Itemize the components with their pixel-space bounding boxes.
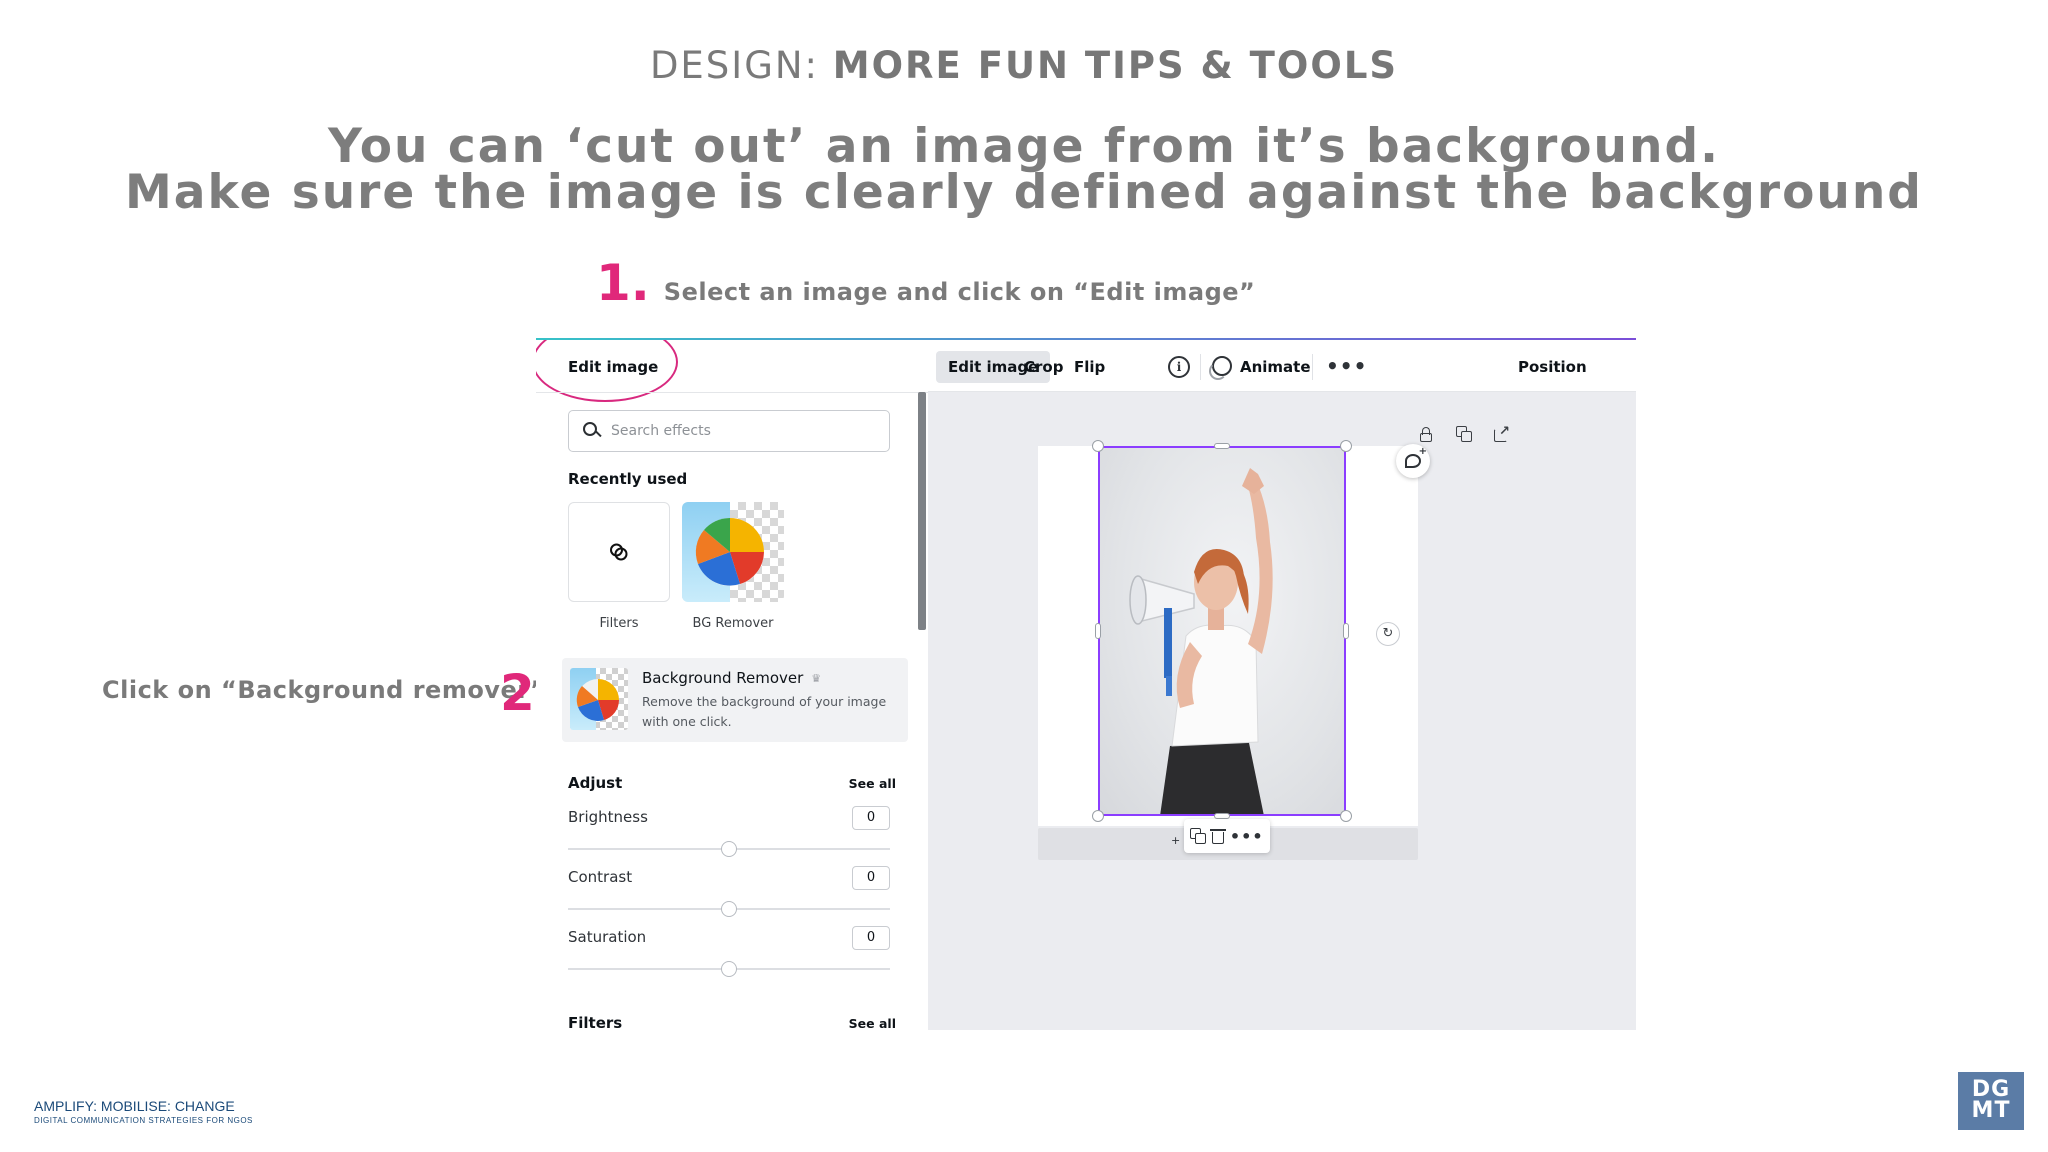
image-toolbar: Edit image Crop Flip i Animate ••• Posit…: [928, 340, 1636, 392]
duplicate-page-icon[interactable]: [1456, 426, 1472, 442]
slide-title-main: MORE FUN TIPS & TOOLS: [832, 44, 1399, 87]
resize-handle-right[interactable]: [1343, 623, 1349, 639]
search-icon: [583, 422, 602, 440]
toolbar-separator-2: [1312, 354, 1313, 380]
step-1-text: Select an image and click on “Edit image…: [663, 278, 1256, 306]
bg-remover-tile-label: BG Remover: [692, 616, 774, 631]
brightness-value-input[interactable]: 0: [852, 806, 890, 830]
step-2-text: Click on “Background remover”: [102, 676, 547, 704]
bg-remover-description: Remove the background of your image with…: [642, 694, 887, 729]
flip-button[interactable]: Flip: [1062, 351, 1117, 383]
more-dots-icon[interactable]: •••: [1230, 827, 1264, 846]
logo-line-2: MT: [1971, 1098, 2011, 1123]
bg-remover-thumbnail: [570, 668, 628, 730]
footer-brand: AMPLIFY: MOBILISE: CHANGE: [34, 1098, 235, 1114]
beach-ball-thumbnail: [695, 517, 764, 586]
contrast-label: Contrast: [568, 868, 633, 886]
panel-title: Edit image: [568, 358, 659, 376]
step-1-number: 1.: [596, 254, 650, 312]
resize-handle-bottom-left[interactable]: [1092, 810, 1104, 822]
filters-see-all-link[interactable]: See all: [849, 1016, 896, 1030]
panel-divider: [536, 392, 928, 393]
adjust-see-all-link[interactable]: See all: [849, 776, 896, 791]
resize-handle-top[interactable]: [1214, 443, 1230, 449]
animate-button[interactable]: Animate: [1228, 351, 1323, 383]
canvas-area: Edit image Crop Flip i Animate ••• Posit…: [928, 340, 1636, 1030]
headline-line-1: You can ‘cut out’ an image from it’s bac…: [328, 119, 1720, 174]
search-placeholder: Search effects: [611, 423, 711, 439]
footer-subtitle: DIGITAL COMMUNICATION STRATEGIES FOR NGO…: [34, 1116, 253, 1125]
bg-remover-tile[interactable]: [682, 502, 784, 602]
duplicate-icon[interactable]: [1190, 828, 1207, 844]
selection-frame[interactable]: [1098, 446, 1346, 816]
filters-tile[interactable]: [568, 502, 670, 602]
step-1: 1. Select an image and click on “Edit im…: [596, 254, 1255, 312]
comment-icon: [1405, 446, 1427, 468]
bg-remover-title: Background Remover ♛: [642, 669, 821, 687]
filters-tile-label: Filters: [599, 616, 639, 631]
logo-line-1: DG: [1971, 1077, 2011, 1102]
saturation-slider-thumb[interactable]: [721, 961, 737, 977]
slide-title: DESIGN: MORE FUN TIPS & TOOLS: [0, 44, 2048, 87]
more-options-icon[interactable]: •••: [1326, 354, 1367, 378]
panel-scrollbar[interactable]: [918, 392, 926, 630]
resize-handle-bottom-right[interactable]: [1340, 810, 1352, 822]
contrast-value-input[interactable]: 0: [852, 866, 890, 890]
lock-icon[interactable]: [1418, 426, 1434, 442]
page-actions: ↗: [1418, 424, 1510, 442]
recently-used-label: Recently used: [568, 470, 688, 488]
headline: You can ‘cut out’ an image from it’s bac…: [0, 119, 2048, 220]
saturation-value-input[interactable]: 0: [852, 926, 890, 950]
add-comment-button[interactable]: [1396, 444, 1430, 478]
rotate-icon[interactable]: ↻: [1376, 622, 1400, 646]
crown-icon: ♛: [811, 672, 822, 685]
bg-remover-title-text: Background Remover: [642, 669, 804, 687]
adjust-label: Adjust: [568, 774, 623, 792]
canva-screenshot: Edit image Search effects Recently used: [536, 338, 1636, 1030]
resize-handle-left[interactable]: [1095, 623, 1101, 639]
background-remover-card[interactable]: Background Remover ♛ Remove the backgroun…: [562, 658, 908, 742]
trash-icon[interactable]: [1210, 828, 1227, 844]
dgmt-logo: DG MT: [1958, 1072, 2024, 1130]
headline-line-2: Make sure the image is clearly defined a…: [125, 165, 1923, 220]
add-icon[interactable]: +: [1171, 834, 1180, 847]
saturation-label: Saturation: [568, 928, 647, 946]
position-button[interactable]: Position: [1506, 351, 1599, 383]
filters-icon: [610, 543, 628, 561]
add-page-icon[interactable]: ↗: [1494, 424, 1510, 442]
contrast-slider-thumb[interactable]: [721, 901, 737, 917]
resize-handle-top-right[interactable]: [1340, 440, 1352, 452]
floating-toolbar: •••: [1184, 819, 1270, 853]
resize-handle-top-left[interactable]: [1092, 440, 1104, 452]
slide-title-prefix: DESIGN:: [649, 44, 833, 87]
beach-ball-icon: [576, 679, 619, 721]
brightness-slider-thumb[interactable]: [721, 841, 737, 857]
brightness-label: Brightness: [568, 808, 648, 826]
info-icon[interactable]: i: [1168, 356, 1190, 378]
filters-section-label: Filters: [568, 1014, 623, 1030]
search-effects-input[interactable]: Search effects: [568, 410, 890, 452]
edit-image-panel: Edit image Search effects Recently used: [536, 340, 928, 1030]
toolbar-separator: [1200, 354, 1201, 380]
